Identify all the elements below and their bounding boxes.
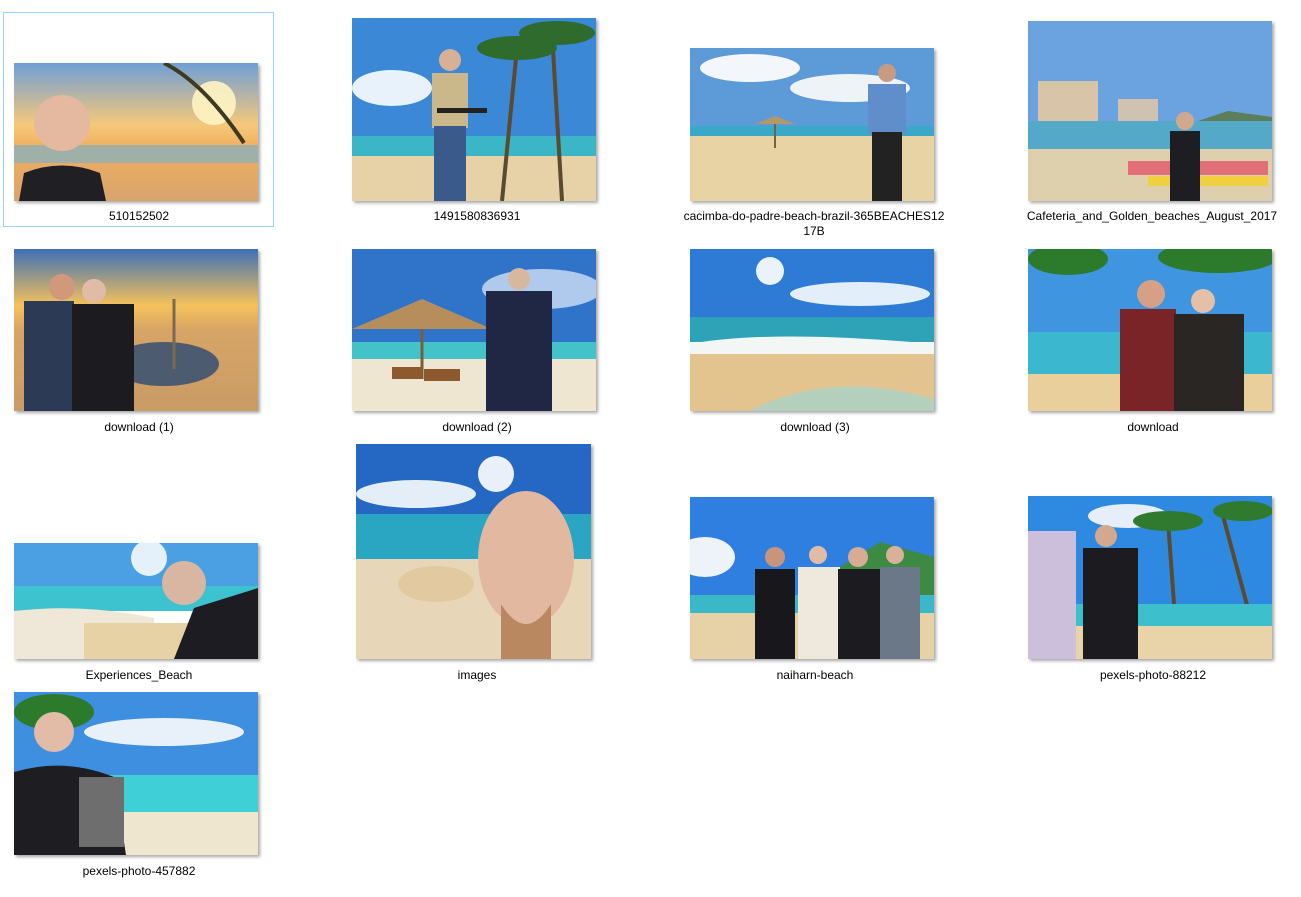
thumbnail-image[interactable] <box>690 48 934 201</box>
file-name-label[interactable]: pexels-photo-88212 <box>1028 668 1278 683</box>
thumbnail-image[interactable] <box>356 444 591 659</box>
thumbnail-image[interactable] <box>14 692 258 855</box>
file-name-label[interactable]: Experiences_Beach <box>14 668 264 683</box>
thumbnail-image[interactable] <box>690 249 934 411</box>
thumbnail-image[interactable] <box>690 497 934 659</box>
file-name-label[interactable]: 1491580836931 <box>352 209 602 224</box>
thumbnail-image[interactable] <box>1028 249 1272 411</box>
file-name-label[interactable]: 510152502 <box>14 209 264 224</box>
file-name-label[interactable]: cacimba-do-padre-beach-brazil-365BEACHES… <box>683 209 945 239</box>
file-name-label[interactable]: images <box>352 668 602 683</box>
file-name-label[interactable]: Cafeteria_and_Golden_beaches_August_2017 <box>1021 209 1283 224</box>
file-name-label[interactable]: naiharn-beach <box>690 668 940 683</box>
thumbnail-image[interactable] <box>1028 21 1272 201</box>
thumbnail-image[interactable] <box>352 18 596 201</box>
file-name-label[interactable]: download (3) <box>690 420 940 435</box>
thumbnail-image[interactable] <box>14 63 258 201</box>
thumbnail-image[interactable] <box>14 543 258 659</box>
file-name-label[interactable]: download (2) <box>352 420 602 435</box>
thumbnail-image[interactable] <box>14 249 258 411</box>
thumbnail-image[interactable] <box>352 249 596 411</box>
thumbnail-image[interactable] <box>1028 496 1272 659</box>
file-name-label[interactable]: download (1) <box>14 420 264 435</box>
file-name-label[interactable]: download <box>1028 420 1278 435</box>
file-name-label[interactable]: pexels-photo-457882 <box>14 864 264 879</box>
